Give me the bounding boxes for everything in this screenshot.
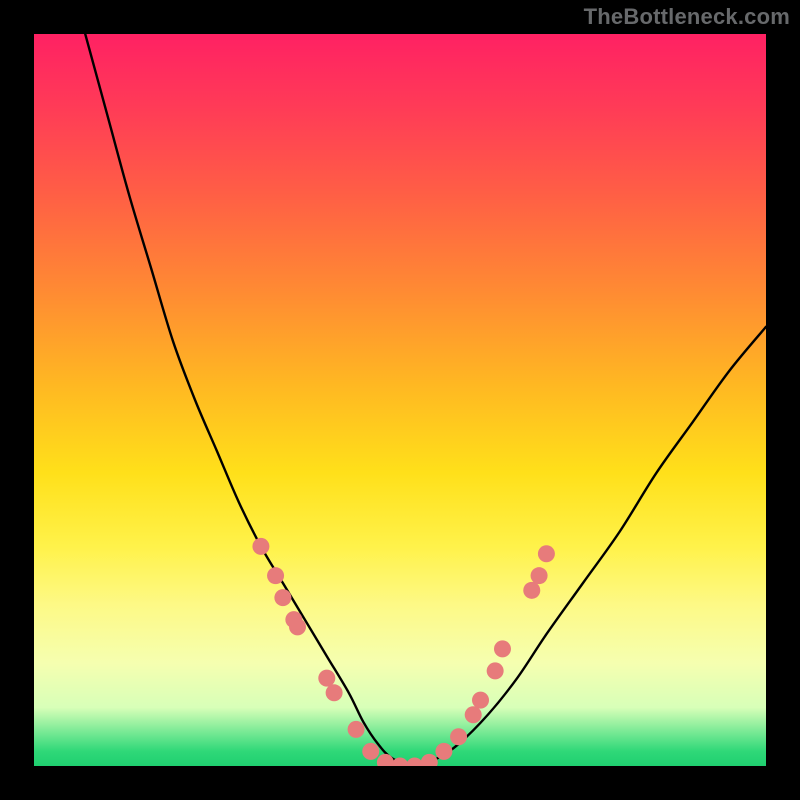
- data-point: [274, 589, 291, 606]
- data-point: [348, 721, 365, 738]
- data-point: [523, 582, 540, 599]
- bottleneck-curve: [85, 34, 766, 766]
- curve-svg: [34, 34, 766, 766]
- data-point: [362, 743, 379, 760]
- data-point: [450, 728, 467, 745]
- data-point: [531, 567, 548, 584]
- data-point: [538, 545, 555, 562]
- data-point: [406, 758, 423, 767]
- data-point: [435, 743, 452, 760]
- data-point: [252, 538, 269, 555]
- data-point: [377, 754, 394, 766]
- data-point: [267, 567, 284, 584]
- data-point: [487, 662, 504, 679]
- data-point: [472, 692, 489, 709]
- data-point: [289, 618, 306, 635]
- highlighted-points: [252, 538, 554, 766]
- data-point: [318, 670, 335, 687]
- data-point: [465, 706, 482, 723]
- data-point: [421, 754, 438, 766]
- watermark-text: TheBottleneck.com: [584, 4, 790, 30]
- plot-area: [34, 34, 766, 766]
- data-point: [494, 640, 511, 657]
- data-point: [326, 684, 343, 701]
- chart-frame: TheBottleneck.com: [0, 0, 800, 800]
